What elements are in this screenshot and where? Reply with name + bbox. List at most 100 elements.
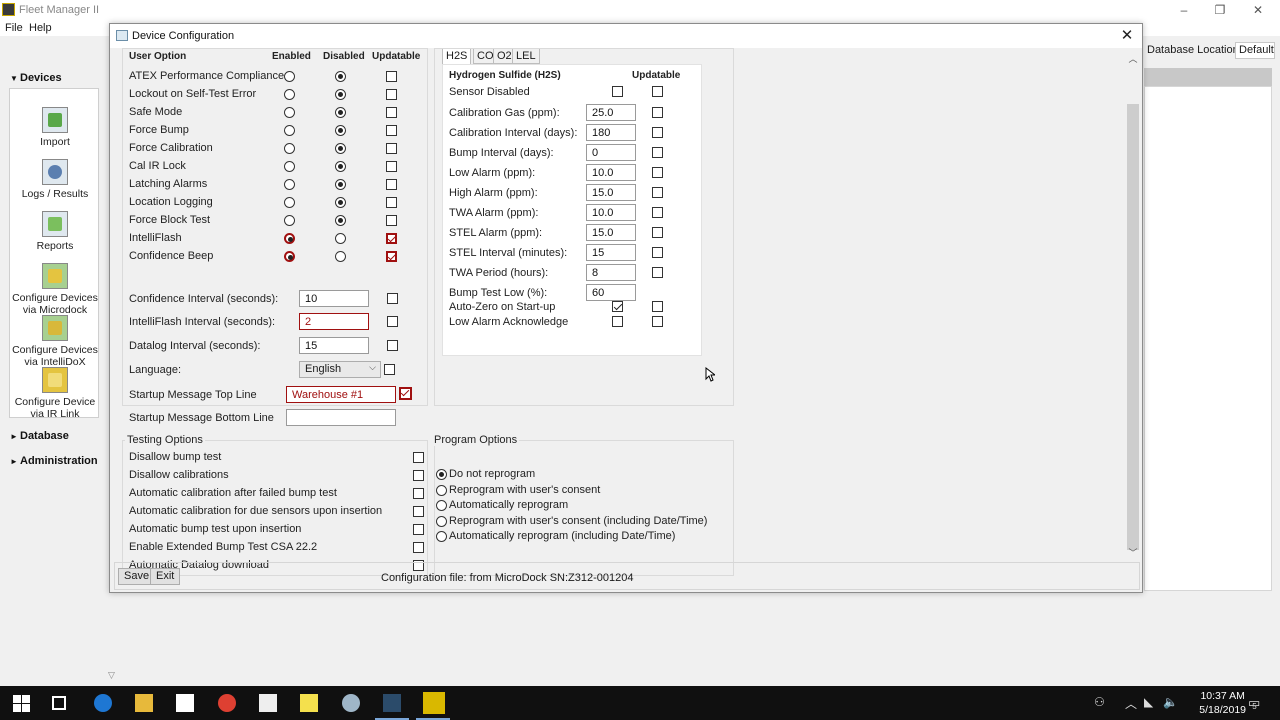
testing-options-title: Testing Options xyxy=(125,434,205,446)
device-reports[interactable]: Reports xyxy=(10,211,100,252)
disabled-radio[interactable] xyxy=(335,161,346,172)
disabled-radio[interactable] xyxy=(335,251,346,262)
enabled-radio[interactable] xyxy=(284,161,295,172)
testing-option-checkbox[interactable] xyxy=(413,488,424,499)
device-logs[interactable]: Logs / Results xyxy=(10,159,100,200)
task-view-icon[interactable] xyxy=(52,696,66,710)
edge-icon[interactable] xyxy=(94,694,112,712)
chevron-up-icon[interactable]: ︿ xyxy=(1125,695,1137,712)
scroll-up-icon[interactable]: ︿ xyxy=(1126,52,1140,66)
device-ir-link[interactable]: Configure Device via IR Link xyxy=(10,367,100,417)
testing-option-checkbox[interactable] xyxy=(413,452,424,463)
datalog-interval-input[interactable] xyxy=(299,337,369,354)
enabled-radio[interactable] xyxy=(284,107,295,118)
device-intellidox[interactable]: Configure Devices via IntelliDoX xyxy=(10,315,100,365)
disabled-radio[interactable] xyxy=(335,125,346,136)
fleet-manager-icon[interactable] xyxy=(423,692,445,714)
updatable-checkbox[interactable] xyxy=(386,233,397,244)
mail-icon[interactable] xyxy=(259,694,277,712)
program-option-label: Automatically reprogram (including Date/… xyxy=(449,530,676,542)
datalog-interval-updatable-checkbox[interactable] xyxy=(387,340,398,351)
testing-option-checkbox[interactable] xyxy=(413,470,424,481)
sidebar-scroll-down-icon[interactable]: ▽ xyxy=(108,670,115,681)
enabled-radio[interactable] xyxy=(284,143,295,154)
enabled-radio[interactable] xyxy=(284,125,295,136)
program-option-radio[interactable] xyxy=(436,500,447,511)
program-option-label: Automatically reprogram xyxy=(449,499,569,511)
program-option-radio[interactable] xyxy=(436,484,447,496)
startup-bottom-input[interactable] xyxy=(286,409,396,426)
enabled-radio[interactable] xyxy=(284,89,295,100)
updatable-checkbox[interactable] xyxy=(386,215,397,226)
close-icon[interactable]: ✕ xyxy=(1118,27,1136,45)
file-explorer-icon[interactable] xyxy=(135,694,153,712)
windows-start-icon[interactable] xyxy=(12,694,30,712)
enabled-radio[interactable] xyxy=(284,215,295,226)
scrollbar-thumb[interactable] xyxy=(1127,104,1139,550)
updatable-checkbox[interactable] xyxy=(386,143,397,154)
nav-database[interactable]: ► Database xyxy=(10,430,69,442)
nav-administration[interactable]: ► Administration xyxy=(10,455,98,467)
confidence-interval-updatable-checkbox[interactable] xyxy=(387,293,398,304)
updatable-checkbox[interactable] xyxy=(386,107,397,118)
intelliflash-interval-updatable-checkbox[interactable] xyxy=(387,316,398,327)
updatable-checkbox[interactable] xyxy=(386,197,397,208)
disabled-radio[interactable] xyxy=(335,233,346,244)
dialog-scrollbar[interactable]: ︿ ﹀ xyxy=(1126,50,1140,560)
volume-icon[interactable]: 🔈 xyxy=(1163,695,1178,709)
disabled-radio[interactable] xyxy=(335,107,346,118)
updatable-checkbox[interactable] xyxy=(386,71,397,82)
testing-option-label: Automatic bump test upon insertion xyxy=(129,523,302,535)
updatable-checkbox[interactable] xyxy=(386,161,397,172)
menu-file[interactable]: File xyxy=(5,22,23,34)
minimize-icon[interactable]: – xyxy=(1176,3,1192,17)
enabled-radio[interactable] xyxy=(284,251,295,262)
store-icon[interactable] xyxy=(176,694,194,712)
enabled-radio[interactable] xyxy=(284,233,295,244)
program-option-radio[interactable] xyxy=(436,469,447,480)
updatable-checkbox[interactable] xyxy=(386,179,397,190)
snipping-icon[interactable] xyxy=(342,694,360,712)
enabled-radio[interactable] xyxy=(284,71,295,82)
notifications-icon[interactable]: ▭5 xyxy=(1248,695,1265,711)
device-import[interactable]: Import xyxy=(10,107,100,148)
device-microdock[interactable]: Configure Devices via Microdock xyxy=(10,263,100,315)
startup-top-updatable-checkbox[interactable] xyxy=(399,387,412,400)
nav-devices[interactable]: ▼ Devices xyxy=(10,72,62,84)
language-updatable-checkbox[interactable] xyxy=(384,364,395,375)
network-icon[interactable]: ◣ xyxy=(1144,695,1153,709)
program-option-radio[interactable] xyxy=(436,531,447,542)
intelliflash-interval-input[interactable] xyxy=(299,313,369,330)
database-location-value[interactable]: Default xyxy=(1235,42,1275,59)
main-list[interactable] xyxy=(1144,86,1272,591)
disabled-radio[interactable] xyxy=(335,143,346,154)
disabled-radio[interactable] xyxy=(335,179,346,190)
disabled-radio[interactable] xyxy=(335,71,346,82)
confidence-interval-input[interactable] xyxy=(299,290,369,307)
disabled-radio[interactable] xyxy=(335,215,346,226)
remote-desktop-icon[interactable] xyxy=(383,694,401,712)
disabled-radio[interactable] xyxy=(335,197,346,208)
program-option-radio[interactable] xyxy=(436,515,447,527)
testing-option-checkbox[interactable] xyxy=(413,506,424,517)
updatable-checkbox[interactable] xyxy=(386,251,397,262)
updatable-checkbox[interactable] xyxy=(386,89,397,100)
sticky-notes-icon[interactable] xyxy=(300,694,318,712)
updatable-checkbox[interactable] xyxy=(386,125,397,136)
device-microdock-label: Configure Devices via Microdock xyxy=(12,292,98,315)
people-icon[interactable]: ⚇ xyxy=(1094,695,1105,709)
clock[interactable]: 10:37 AM 5/18/2019 xyxy=(1199,689,1246,717)
testing-option-checkbox[interactable] xyxy=(413,524,424,535)
enabled-radio[interactable] xyxy=(284,179,295,190)
startup-top-input[interactable] xyxy=(286,386,396,403)
menu-help[interactable]: Help xyxy=(29,22,52,34)
chrome-icon[interactable] xyxy=(218,694,236,712)
close-icon[interactable]: ✕ xyxy=(1250,3,1266,17)
scroll-down-icon[interactable]: ﹀ xyxy=(1126,546,1140,560)
exit-button[interactable]: Exit xyxy=(150,568,181,585)
disabled-radio[interactable] xyxy=(335,89,346,100)
restore-icon[interactable]: ❐ xyxy=(1212,3,1228,17)
testing-option-checkbox[interactable] xyxy=(413,542,424,553)
language-select[interactable]: English ⌵ xyxy=(299,361,381,378)
enabled-radio[interactable] xyxy=(284,197,295,208)
